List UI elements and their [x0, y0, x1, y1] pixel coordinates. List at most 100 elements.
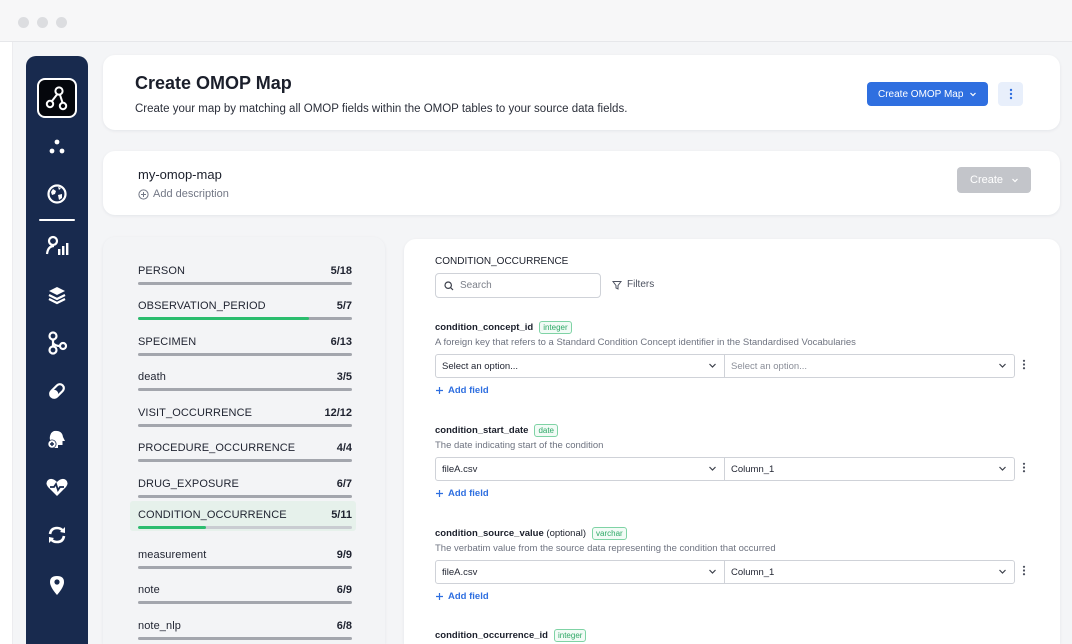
create-omop-map-button[interactable]: Create OMOP Map	[867, 82, 988, 106]
chevron-down-icon	[1012, 178, 1018, 183]
layers-icon	[48, 287, 66, 305]
vertical-dots-icon	[1022, 462, 1026, 473]
table-row[interactable]: PERSON 5/18	[134, 257, 356, 287]
field-mapping: condition_source_value (optional) varchar…	[435, 526, 1035, 602]
source-file-select[interactable]: fileA.csv	[435, 560, 725, 584]
table-count: 5/11	[331, 509, 352, 521]
source-column-select[interactable]: Select an option...	[724, 354, 1015, 378]
field-name: condition_concept_id	[435, 321, 534, 333]
table-row[interactable]: DRUG_EXPOSURE 6/7	[134, 470, 356, 500]
field-mapping: condition_occurrence_id integer	[435, 628, 1035, 642]
field-description: The date indicating start of the conditi…	[435, 440, 604, 451]
table-count: 5/18	[330, 265, 352, 277]
source-file-select[interactable]: fileA.csv	[435, 457, 725, 481]
field-name-wrap: condition_start_date	[435, 425, 528, 436]
table-progress-bar	[138, 282, 352, 285]
nav-item-conditions[interactable]	[39, 421, 75, 457]
source-column-select[interactable]: Column_1	[724, 457, 1015, 481]
add-field-button[interactable]: Add field	[435, 385, 1035, 396]
field-name-wrap: condition_occurrence_id	[435, 630, 548, 641]
table-row[interactable]: VISIT_OCCURRENCE 12/12	[134, 399, 356, 429]
table-name: CONDITION_OCCURRENCE	[138, 509, 287, 521]
chevron-down-icon	[999, 363, 1006, 368]
field-description: The verbatim value from the source data …	[435, 543, 776, 554]
search-box[interactable]	[435, 273, 601, 298]
field-type-badge: integer	[539, 320, 572, 334]
table-row[interactable]: death 3/5	[134, 363, 356, 393]
window-close-button[interactable]	[18, 17, 29, 28]
window-maximize-button[interactable]	[56, 17, 67, 28]
table-row[interactable]: CONDITION_OCCURRENCE 5/11	[130, 501, 356, 531]
nav-item-health[interactable]	[39, 469, 75, 505]
window-titlebar	[0, 0, 1072, 42]
field-name: condition_source_value	[435, 527, 544, 539]
map-name[interactable]: my-omop-map	[138, 167, 222, 182]
table-row[interactable]: note 6/9	[134, 576, 356, 606]
page-title: Create OMOP Map	[135, 73, 292, 93]
table-count: 5/7	[336, 300, 352, 312]
header-card: Create OMOP Map Create your map by match…	[103, 55, 1060, 130]
field-options-button[interactable]	[1022, 565, 1026, 579]
table-name: death	[138, 371, 167, 383]
add-description-link[interactable]: Add description	[138, 188, 229, 200]
chevron-down-icon	[709, 363, 716, 368]
field-options-button[interactable]	[1022, 462, 1026, 476]
table-progress-bar	[138, 637, 352, 640]
field-type-badge: date	[534, 423, 559, 437]
app-logo[interactable]	[37, 78, 77, 118]
filters-button[interactable]: Filters	[612, 279, 654, 290]
sidebar	[26, 56, 88, 644]
nav-item-layers[interactable]	[39, 277, 75, 313]
field-name-wrap: condition_concept_id	[435, 322, 533, 333]
vertical-dots-icon	[1022, 359, 1026, 370]
omop-tables-panel: PERSON 5/18 OBSERVATION_PERIOD 5/7 SPECIMEN 6…	[103, 237, 385, 644]
table-name: PERSON	[138, 265, 186, 277]
field-name: condition_start_date	[435, 424, 529, 436]
plus-icon	[436, 490, 443, 497]
nav-item-dots[interactable]	[39, 129, 75, 165]
source-column-value: Column_1	[731, 463, 775, 475]
add-field-button[interactable]: Add field	[435, 591, 1035, 602]
field-selects: Select an option... Select an option...	[435, 354, 1035, 378]
filter-icon	[612, 280, 622, 290]
table-progress-bar	[138, 424, 352, 427]
table-row[interactable]: measurement 9/9	[134, 541, 356, 571]
source-column-select[interactable]: Column_1	[724, 560, 1015, 584]
table-progress-bar	[138, 526, 352, 529]
nav-item-location[interactable]	[39, 567, 75, 603]
create-button-label: Create	[970, 174, 1004, 186]
table-name: DRUG_EXPOSURE	[138, 478, 239, 490]
field-options-button[interactable]	[1022, 359, 1026, 373]
table-name: SPECIMEN	[138, 336, 197, 348]
field-selects: fileA.csv Column_1	[435, 560, 1035, 584]
table-name: note_nlp	[138, 620, 182, 632]
nav-item-analytics[interactable]	[39, 228, 75, 264]
table-count: 6/9	[336, 584, 352, 596]
table-row[interactable]: note_nlp 6/8	[134, 612, 356, 642]
plus-icon	[436, 593, 443, 600]
more-options-button[interactable]	[998, 82, 1023, 106]
chevron-down-icon	[999, 569, 1006, 574]
nav-item-sync[interactable]	[39, 517, 75, 553]
window-minimize-button[interactable]	[37, 17, 48, 28]
pill-icon	[49, 383, 65, 399]
table-progress-bar	[138, 388, 352, 391]
search-input[interactable]	[460, 280, 590, 291]
table-progress-bar	[138, 601, 352, 604]
nav-item-globe[interactable]	[39, 176, 75, 212]
nav-item-map[interactable]	[39, 325, 75, 361]
field-header: condition_start_date date	[435, 423, 1035, 437]
table-name: VISIT_OCCURRENCE	[138, 407, 253, 419]
add-field-button[interactable]: Add field	[435, 488, 1035, 499]
table-row[interactable]: PROCEDURE_OCCURRENCE 4/4	[134, 434, 356, 464]
nav-item-drugs[interactable]	[39, 373, 75, 409]
table-progress-fill	[138, 526, 207, 529]
source-file-select[interactable]: Select an option...	[435, 354, 725, 378]
table-row[interactable]: SPECIMEN 6/13	[134, 328, 356, 358]
table-count: 6/13	[330, 336, 352, 348]
search-icon	[444, 280, 454, 290]
table-row[interactable]: OBSERVATION_PERIOD 5/7	[134, 292, 356, 322]
field-header: condition_source_value (optional) varchar	[435, 526, 1035, 540]
source-file-value: Select an option...	[442, 360, 519, 372]
table-count: 9/9	[336, 549, 352, 561]
